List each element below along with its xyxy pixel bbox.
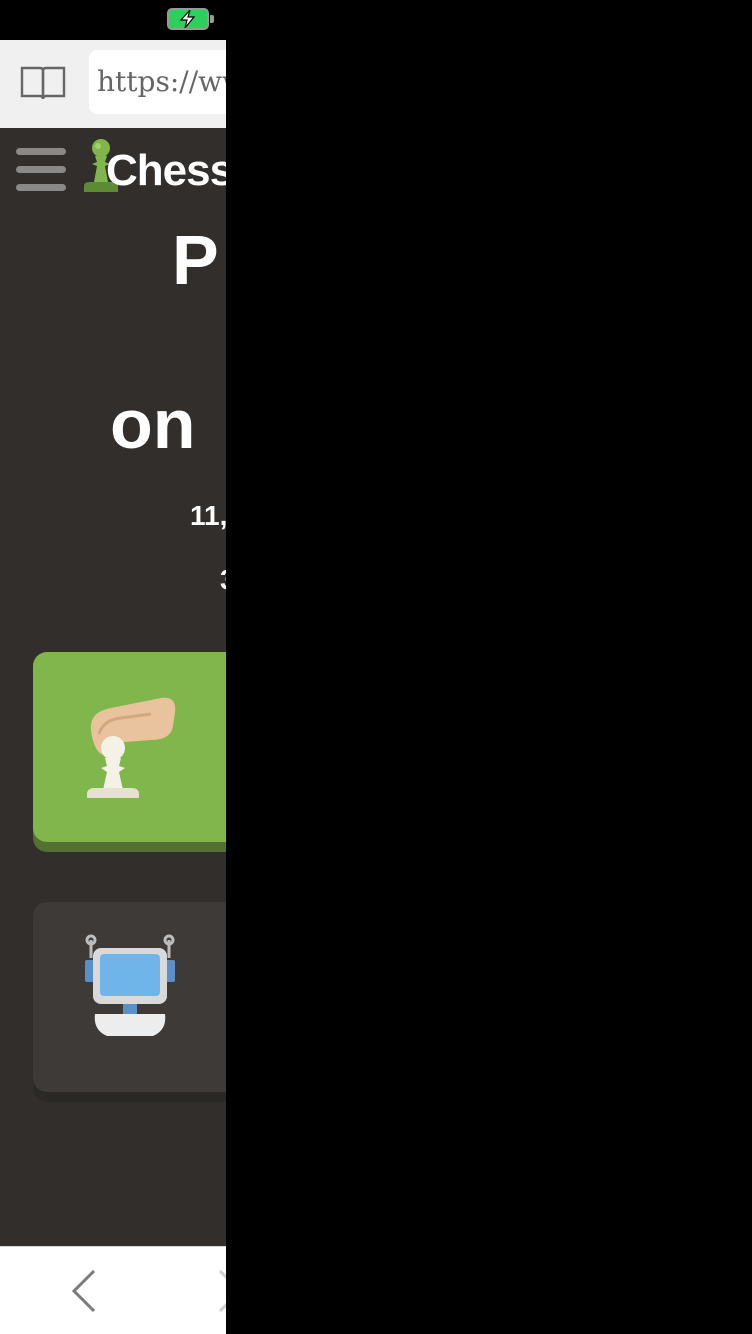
stats-line2: 3 (220, 564, 226, 596)
status-bar (0, 0, 752, 40)
battery-cap (210, 15, 214, 23)
browser-window: https://www Chess P on 11,( 3 (0, 40, 226, 1334)
chevron-left-icon[interactable] (68, 1269, 98, 1313)
site-header: Chess (0, 128, 226, 214)
play-online-button[interactable] (33, 652, 226, 842)
chevron-right-icon[interactable] (216, 1269, 226, 1313)
hero-title-line1: P (172, 221, 219, 299)
battery-charging-icon (167, 8, 209, 30)
play-computer-button[interactable] (33, 902, 226, 1092)
address-bar: https://www (0, 40, 226, 129)
computer-robot-icon (85, 934, 175, 1036)
book-icon[interactable] (20, 64, 66, 102)
logo-text[interactable]: Chess (106, 146, 226, 196)
browser-bottom-bar (0, 1246, 226, 1334)
stats-line1: 11,( (190, 500, 226, 531)
url-field[interactable]: https://www (89, 50, 226, 114)
hand-pawn-icon (87, 697, 176, 798)
hamburger-icon[interactable] (16, 146, 66, 192)
hero-title-line2: on (110, 385, 196, 463)
screen: https://www Chess P on 11,( 3 (0, 0, 752, 1334)
